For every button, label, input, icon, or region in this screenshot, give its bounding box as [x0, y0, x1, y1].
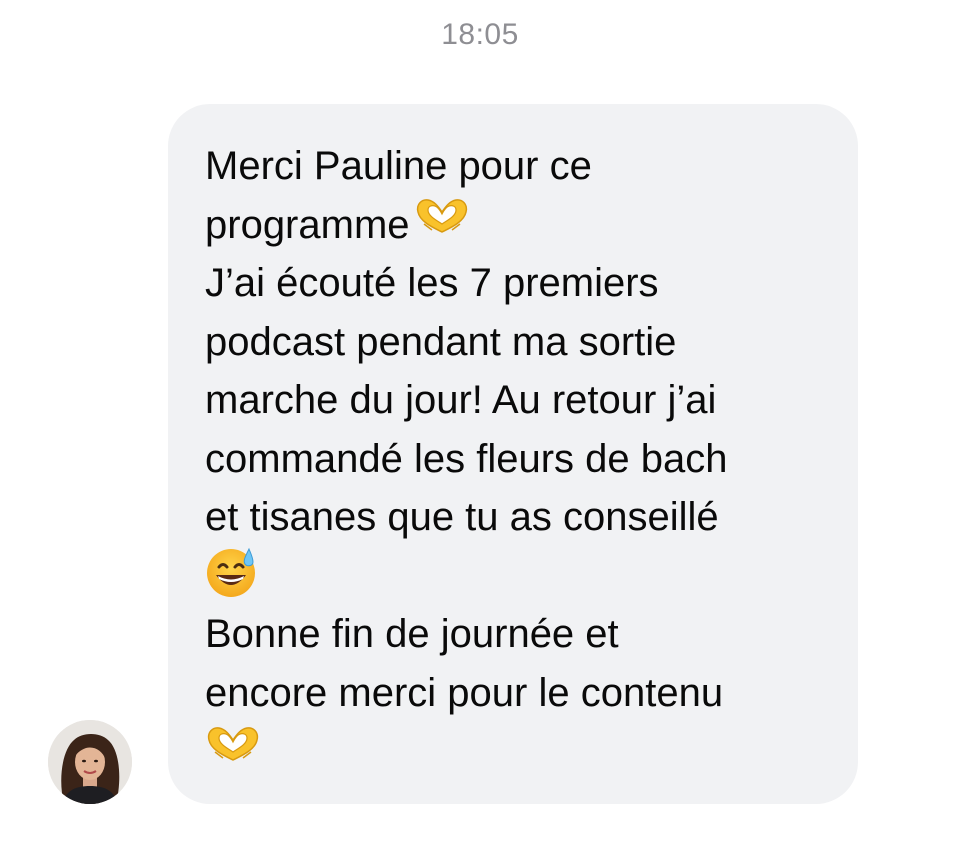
message-timestamp: 18:05 — [441, 18, 519, 51]
message-line — [205, 722, 838, 781]
message-line: Bonne fin de journée et — [205, 612, 619, 656]
message-line: et tisanes que tu as conseillé — [205, 495, 719, 539]
message-bubble[interactable]: Merci Pauline pour ce programme J’ai éco… — [168, 104, 858, 804]
message-line: encore merci pour le contenu — [205, 670, 724, 715]
grinning-sweat-emoji-icon — [205, 545, 259, 616]
message-line: commandé les fleurs de bach — [205, 436, 728, 481]
message-line: Merci Pauline pour ce — [205, 144, 592, 188]
user-avatar-photo-icon — [48, 720, 132, 804]
message-line — [205, 547, 838, 606]
message-line: podcast pendant ma sortie — [205, 319, 677, 364]
sender-avatar[interactable] — [48, 720, 132, 804]
message-line: J’ai écouté les 7 premiers — [205, 261, 659, 305]
heart-hands-emoji-icon — [414, 194, 470, 253]
message-line: marche du jour! Au retour j’ai — [205, 378, 717, 422]
heart-hands-emoji-icon — [205, 722, 261, 781]
message-line: programme — [205, 196, 838, 255]
